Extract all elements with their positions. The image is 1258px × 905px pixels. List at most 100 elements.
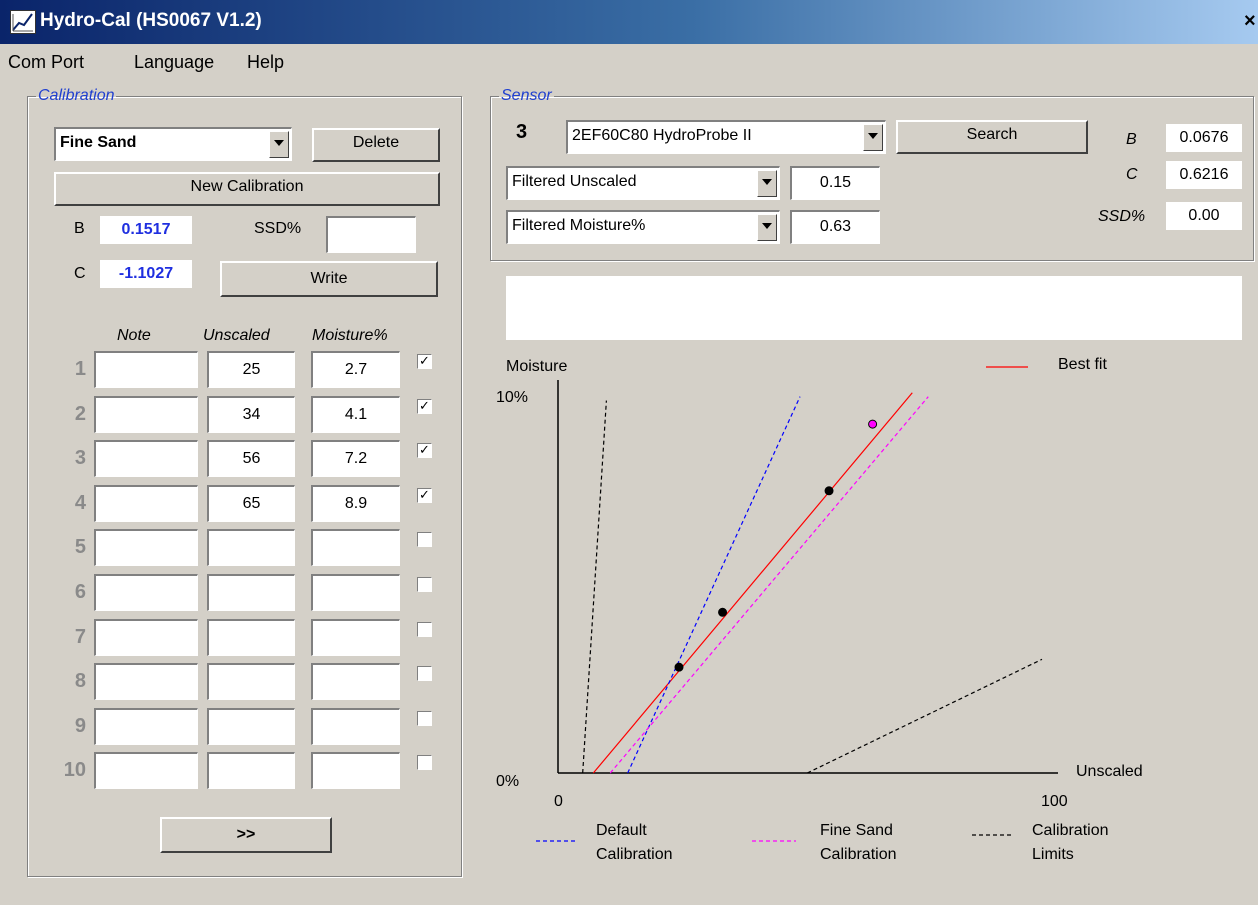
calibration-c-value: -1.1027	[100, 260, 192, 288]
row-number: 5	[74, 536, 86, 558]
y-axis-label: Moisture	[506, 358, 567, 375]
row-enabled-checkbox[interactable]	[417, 577, 432, 592]
output1-mode-value: Filtered Unscaled	[512, 173, 637, 190]
moisture-field[interactable]	[311, 619, 400, 656]
note-field[interactable]	[94, 708, 198, 745]
row-enabled-checkbox[interactable]: ✓	[417, 354, 432, 369]
next-button[interactable]: >>	[160, 817, 332, 853]
output1-mode-select[interactable]: Filtered Unscaled	[506, 166, 780, 200]
legend-default-line1: Default	[596, 822, 647, 839]
output2-mode-select[interactable]: Filtered Moisture%	[506, 210, 780, 244]
row-enabled-checkbox[interactable]	[417, 711, 432, 726]
calibration-chart: Moisture Unscaled 10% 0% 0 100 Best fit …	[496, 356, 1143, 863]
calibration-select[interactable]: Fine Sand	[54, 127, 292, 161]
note-field[interactable]	[94, 396, 198, 433]
moisture-field[interactable]: 8.9	[311, 485, 400, 522]
moisture-field[interactable]: 4.1	[311, 396, 400, 433]
row-enabled-checkbox[interactable]	[417, 622, 432, 637]
output1-value: 0.15	[790, 166, 880, 200]
app-icon	[10, 10, 36, 34]
new-calibration-button[interactable]: New Calibration	[54, 172, 440, 206]
unscaled-field[interactable]: 65	[207, 485, 295, 522]
unscaled-field[interactable]: 25	[207, 351, 295, 388]
write-button[interactable]: Write	[220, 261, 438, 297]
moisture-field[interactable]	[311, 663, 400, 700]
moisture-field[interactable]	[311, 529, 400, 566]
data-point	[868, 419, 878, 429]
note-field[interactable]	[94, 529, 198, 566]
note-field[interactable]	[94, 440, 198, 477]
unscaled-field[interactable]	[207, 619, 295, 656]
x-tick-label-max: 100	[1041, 793, 1068, 810]
output2-mode-value: Filtered Moisture%	[512, 217, 646, 234]
calibration-b-value: 0.1517	[100, 216, 192, 244]
note-field[interactable]	[94, 752, 198, 789]
row-number: 3	[74, 447, 86, 469]
row-enabled-checkbox[interactable]	[417, 755, 432, 770]
chevron-down-icon[interactable]	[863, 124, 883, 151]
row-enabled-checkbox[interactable]	[417, 532, 432, 547]
note-field[interactable]	[94, 619, 198, 656]
row-number: 8	[74, 670, 86, 692]
legend-default-line2: Calibration	[596, 846, 672, 863]
row-number: 9	[74, 715, 86, 737]
row-enabled-checkbox[interactable]: ✓	[417, 443, 432, 458]
data-point	[824, 486, 834, 496]
menu-com-port[interactable]: Com Port	[8, 52, 84, 73]
search-button[interactable]: Search	[896, 120, 1088, 154]
legend-limits-line1: Calibration	[1032, 822, 1108, 839]
sensor-address: 3	[516, 121, 528, 143]
row-number: 1	[74, 358, 86, 380]
legend-fine-sand-line2: Calibration	[820, 846, 896, 863]
note-field[interactable]	[94, 663, 198, 700]
x-axis-label: Unscaled	[1076, 763, 1143, 780]
note-field[interactable]	[94, 485, 198, 522]
note-field[interactable]	[94, 351, 198, 388]
delete-button[interactable]: Delete	[312, 128, 440, 162]
row-enabled-checkbox[interactable]: ✓	[417, 488, 432, 503]
unscaled-field[interactable]	[207, 574, 295, 611]
data-point	[674, 662, 684, 672]
unscaled-field[interactable]	[207, 752, 295, 789]
menu-language[interactable]: Language	[134, 52, 214, 73]
unscaled-field[interactable]: 56	[207, 440, 295, 477]
chevron-down-icon[interactable]	[757, 170, 777, 197]
moisture-field[interactable]	[311, 574, 400, 611]
row-number: 2	[74, 403, 86, 425]
sensor-select[interactable]: 2EF60C80 HydroProbe II	[566, 120, 886, 154]
series-line-default-calibration	[627, 396, 801, 774]
sensor-b-value: 0.0676	[1166, 124, 1242, 152]
row-enabled-checkbox[interactable]	[417, 666, 432, 681]
chart-series	[582, 392, 1043, 774]
row-number: 6	[74, 581, 86, 603]
moisture-field[interactable]	[311, 708, 400, 745]
series-line-calibration-limits	[582, 400, 607, 774]
series-line-calibration-limits	[806, 658, 1043, 774]
calibration-ssd-field[interactable]	[326, 216, 416, 253]
moisture-field[interactable]: 7.2	[311, 440, 400, 477]
legend-limits-line2: Limits	[1032, 846, 1074, 863]
unscaled-field[interactable]	[207, 663, 295, 700]
menu-bar: Com Port Language Help	[0, 44, 1258, 78]
calibration-b-label: B	[74, 220, 85, 237]
moisture-field[interactable]: 2.7	[311, 351, 400, 388]
note-header: Note	[117, 327, 151, 344]
unscaled-field[interactable]	[207, 708, 295, 745]
row-number: 4	[74, 492, 86, 514]
sensor-c-value: 0.6216	[1166, 161, 1242, 189]
close-icon[interactable]: ×	[1244, 10, 1256, 33]
moisture-field[interactable]	[311, 752, 400, 789]
calibration-legend: Calibration	[38, 87, 115, 104]
unscaled-field[interactable]	[207, 529, 295, 566]
chevron-down-icon[interactable]	[757, 214, 777, 241]
sensor-ssd-label: SSD%	[1098, 208, 1146, 225]
note-field[interactable]	[94, 574, 198, 611]
row-enabled-checkbox[interactable]: ✓	[417, 399, 432, 414]
row-number: 10	[63, 759, 86, 781]
moisture-header: Moisture%	[312, 327, 388, 344]
menu-help[interactable]: Help	[247, 52, 284, 73]
y-tick-label-min: 0%	[496, 773, 519, 790]
chevron-down-icon[interactable]	[269, 131, 289, 158]
title-bar: Hydro-Cal (HS0067 V1.2) ×	[0, 0, 1258, 44]
unscaled-field[interactable]: 34	[207, 396, 295, 433]
